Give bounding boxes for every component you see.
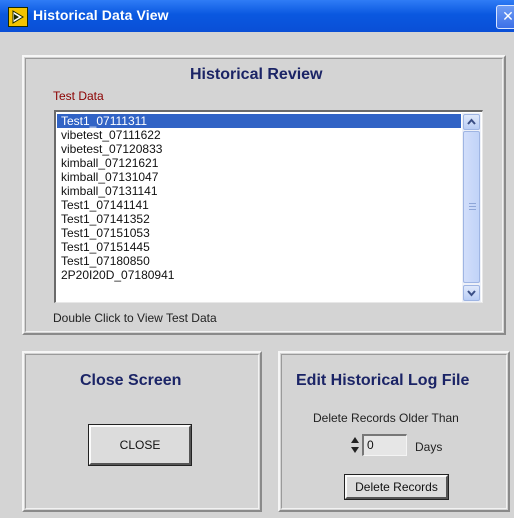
labview-run-icon[interactable] (8, 7, 28, 27)
list-item[interactable]: kimball_07131141 (57, 184, 461, 198)
list-item[interactable]: Test1_07151445 (57, 240, 461, 254)
list-item[interactable]: vibetest_07120833 (57, 142, 461, 156)
test-data-label: Test Data (53, 89, 104, 103)
chevron-down-icon (467, 290, 476, 297)
decrement-arrow-icon (351, 447, 359, 453)
days-unit-label: Days (415, 440, 443, 454)
list-item[interactable]: Test1_07151053 (57, 226, 461, 240)
list-item[interactable]: Test1_07111311 (57, 114, 461, 128)
list-item[interactable]: kimball_07121621 (57, 156, 461, 170)
historical-review-title: Historical Review (190, 66, 323, 83)
window-close-button[interactable]: ✕ (496, 5, 514, 29)
close-button-label: CLOSE (119, 438, 161, 452)
list-item[interactable]: Test1_07141141 (57, 198, 461, 212)
delete-records-button-label: Delete Records (355, 480, 438, 494)
scroll-up-button[interactable] (463, 114, 480, 130)
list-item[interactable]: Test1_07141352 (57, 212, 461, 226)
chevron-up-icon (467, 118, 476, 125)
close-screen-title: Close Screen (80, 372, 182, 389)
list-item[interactable]: Test1_07180850 (57, 254, 461, 268)
days-input[interactable]: 0 (362, 434, 407, 456)
list-hint: Double Click to View Test Data (53, 311, 217, 325)
list-item[interactable]: 2P20I20D_07180941 (57, 268, 461, 282)
scroll-thumb[interactable] (463, 131, 480, 283)
delete-records-older-label: Delete Records Older Than (313, 411, 459, 425)
scroll-down-button[interactable] (463, 285, 480, 301)
list-item[interactable]: vibetest_07111622 (57, 128, 461, 142)
test-data-listbox[interactable]: Test1_07111311 vibetest_07111622 vibetest_… (54, 110, 483, 303)
increment-arrow-icon (351, 437, 359, 443)
title-bar: Historical Data View ✕ (0, 0, 514, 32)
close-button[interactable]: CLOSE (88, 424, 192, 466)
test-data-list: Test1_07111311 vibetest_07111622 vibetest_… (57, 114, 461, 282)
days-increment-decrement[interactable] (350, 435, 360, 455)
delete-records-button[interactable]: Delete Records (344, 474, 449, 500)
window-title: Historical Data View (33, 7, 169, 23)
list-scrollbar[interactable] (462, 113, 481, 302)
list-item[interactable]: kimball_07131047 (57, 170, 461, 184)
edit-log-title: Edit Historical Log File (296, 372, 470, 389)
